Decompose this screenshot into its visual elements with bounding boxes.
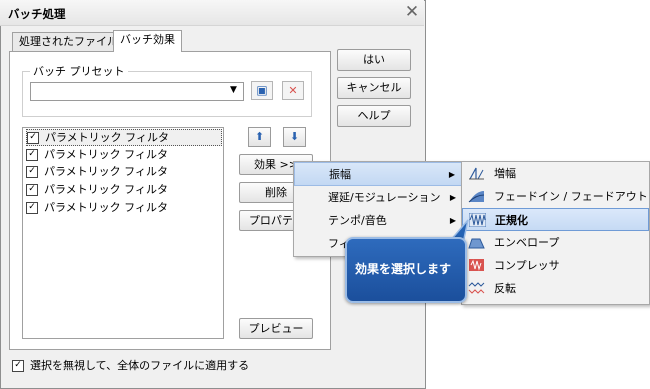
menu-item-tempo-timbre[interactable]: テンポ/音色 ▶	[294, 209, 462, 233]
preset-combo[interactable]	[30, 82, 244, 101]
save-icon: ▣	[256, 83, 268, 97]
menu-item-amplitude[interactable]: 振幅 ▶	[294, 162, 462, 186]
dialog-title: バッチ処理	[8, 7, 66, 21]
preview-button[interactable]: プレビュー	[239, 318, 313, 339]
checkbox[interactable]: ✓	[26, 149, 38, 161]
delete-preset-button[interactable]: ✕	[282, 81, 304, 100]
arrow-down-icon: ⬇	[289, 130, 300, 143]
submenu-arrow-icon: ▶	[449, 193, 456, 202]
save-preset-button[interactable]: ▣	[251, 81, 273, 100]
menu-item-delay-modulation[interactable]: 遅延/モジュレーション ▶	[294, 186, 462, 210]
help-button[interactable]: ヘルプ	[337, 105, 411, 127]
apply-all-checkbox-row[interactable]: ✓ 選択を無視して、全体のファイルに適用する	[12, 359, 249, 373]
delete-icon: ✕	[288, 84, 298, 97]
tab-batch-effects[interactable]: バッチ効果	[113, 30, 182, 52]
close-icon[interactable]: ✕	[403, 2, 421, 22]
submenu-item-compressor[interactable]: コンプレッサ	[462, 254, 649, 277]
checkbox[interactable]: ✓	[27, 132, 39, 144]
submenu-item-invert[interactable]: 反転	[462, 277, 649, 300]
submenu-item-fade[interactable]: フェードイン / フェードアウト	[462, 185, 649, 208]
apply-all-label: 選択を無視して、全体のファイルに適用する	[30, 359, 250, 372]
list-item[interactable]: ✓ パラメトリック フィルタ	[26, 164, 222, 181]
invert-icon	[468, 282, 485, 294]
preset-group-label: バッチ プリセット	[30, 63, 128, 79]
callout-text: 効果を選択します	[355, 262, 452, 276]
checkbox[interactable]: ✓	[26, 166, 38, 178]
move-down-button[interactable]: ⬇	[283, 127, 306, 147]
list-item[interactable]: ✓ パラメトリック フィルタ	[26, 182, 222, 199]
submenu-arrow-icon: ▶	[448, 170, 455, 179]
list-item[interactable]: ✓ パラメトリック フィルタ	[26, 129, 222, 146]
compressor-icon	[469, 259, 484, 271]
submenu-item-normalize[interactable]: 正規化	[462, 208, 649, 231]
tab-processed-files[interactable]: 処理されたファイル	[12, 32, 125, 52]
list-item[interactable]: ✓ パラメトリック フィルタ	[26, 200, 222, 217]
arrow-up-icon: ⬆	[254, 130, 265, 143]
submenu-item-envelope[interactable]: エンベロープ	[462, 231, 649, 254]
amplify-icon	[469, 167, 484, 180]
checkbox[interactable]: ✓	[26, 202, 38, 214]
move-up-button[interactable]: ⬆	[248, 127, 271, 147]
checkbox[interactable]: ✓	[26, 184, 38, 196]
cancel-button[interactable]: キャンセル	[337, 77, 411, 99]
ok-button[interactable]: はい	[337, 49, 411, 71]
submenu-item-amplify[interactable]: 増幅	[462, 162, 649, 185]
fade-icon	[468, 191, 485, 203]
chevron-down-icon[interactable]: ▼	[230, 85, 237, 95]
checkbox[interactable]: ✓	[12, 360, 24, 372]
list-item[interactable]: ✓ パラメトリック フィルタ	[26, 147, 222, 164]
